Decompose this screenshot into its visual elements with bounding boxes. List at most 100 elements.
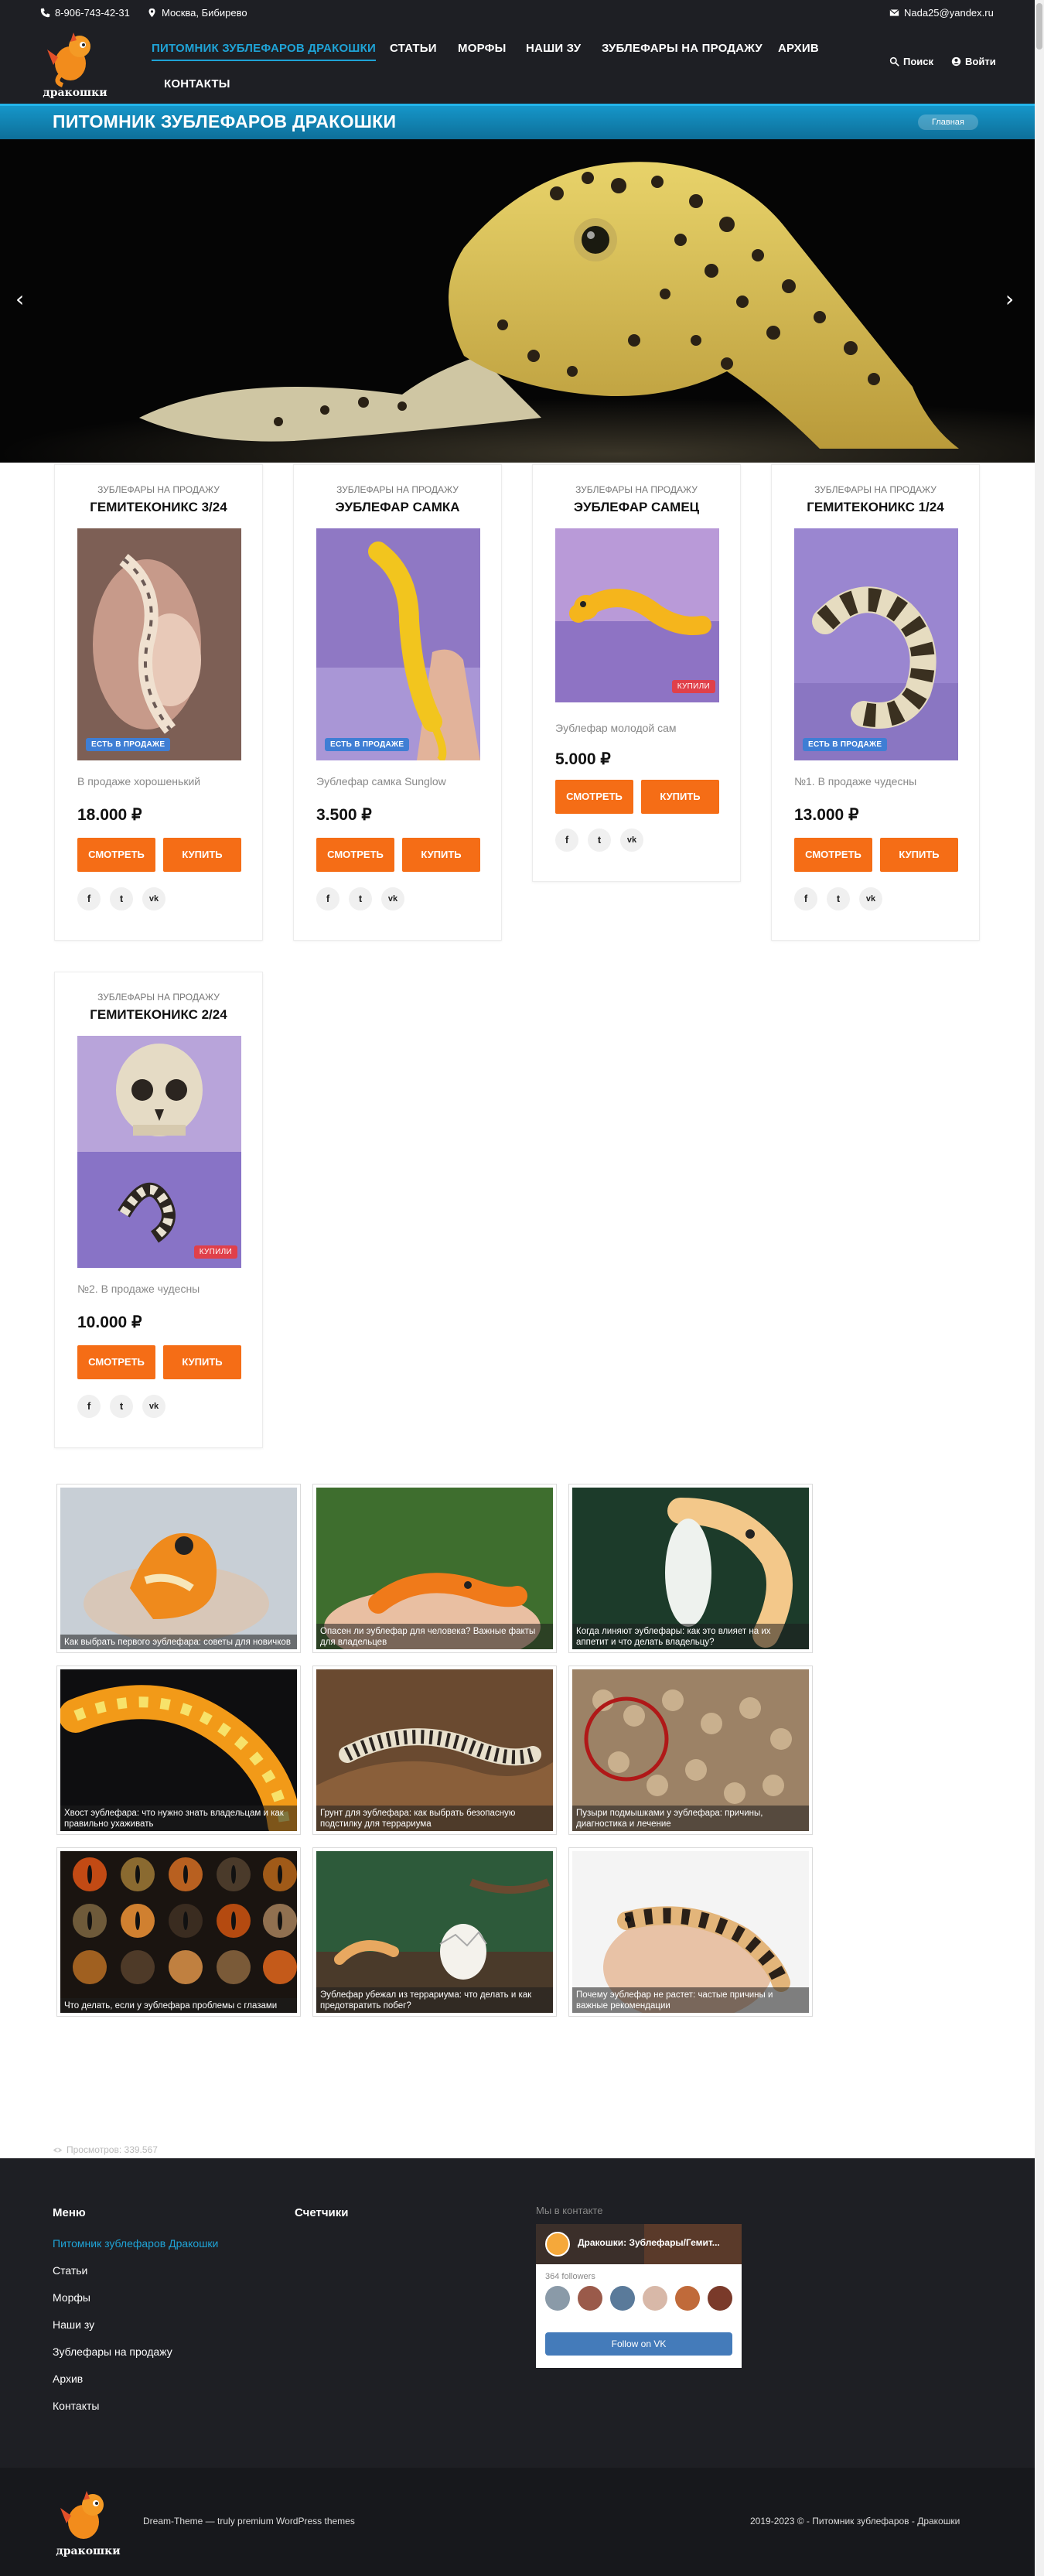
footer-link-morphs[interactable]: Морфы [53, 2291, 90, 2304]
nav-item-home[interactable]: ПИТОМНИК ЗУБЛЕФАРОВ ДРАКОШКИ [152, 42, 376, 61]
nav-item-our-geckos[interactable]: НАШИ ЗУ [526, 42, 581, 55]
product-image[interactable]: ЕСТЬ В ПРОДАЖЕ [77, 528, 241, 760]
facebook-share-icon[interactable]: f [77, 1395, 101, 1418]
product-category[interactable]: ЗУБЛЕФАРЫ НА ПРОДАЖУ [55, 484, 262, 495]
article-caption: Хвост эублефара: что нужно знать владель… [60, 1806, 297, 1831]
avatar[interactable] [610, 2286, 635, 2311]
product-image[interactable]: КУПИЛИ [77, 1036, 241, 1268]
facebook-share-icon[interactable]: f [794, 887, 817, 910]
site-logo[interactable]: дракошки [43, 26, 107, 101]
product-category[interactable]: ЗУБЛЕФАРЫ НА ПРОДАЖУ [55, 992, 262, 1003]
product-price: 18.000 ₽ [77, 806, 142, 824]
nav-item-morphs[interactable]: МОРФЫ [458, 42, 506, 55]
buy-button[interactable]: КУПИТЬ [163, 838, 241, 872]
twitter-share-icon[interactable]: t [110, 887, 133, 910]
views-counter: Просмотров: 339.567 [53, 2144, 158, 2155]
article-caption: Когда линяют эублефары: как это влияет н… [572, 1624, 809, 1649]
vk-share-icon[interactable]: vk [142, 887, 165, 910]
footer-logo[interactable]: дракошки [56, 2485, 121, 2559]
vk-share-icon[interactable]: vk [620, 828, 643, 852]
footer-link-articles[interactable]: Статьи [53, 2264, 87, 2277]
vk-share-icon[interactable]: vk [859, 887, 882, 910]
product-description: В продаже хорошенький [77, 775, 201, 787]
vk-share-icon[interactable]: vk [142, 1395, 165, 1418]
hero-slider[interactable]: ‹ › [0, 139, 1035, 463]
footer-link-archive[interactable]: Архив [53, 2373, 83, 2385]
vk-share-icon[interactable]: vk [381, 887, 404, 910]
view-button[interactable]: СМОТРЕТЬ [316, 838, 394, 872]
avatar[interactable] [578, 2286, 602, 2311]
product-category[interactable]: ЗУБЛЕФАРЫ НА ПРОДАЖУ [533, 484, 740, 495]
email-contact[interactable]: Nada25@yandex.ru [889, 7, 994, 19]
breadcrumb-home[interactable]: Главная [918, 114, 978, 130]
nav-item-archive[interactable]: АРХИВ [778, 42, 819, 55]
avatar[interactable] [675, 2286, 700, 2311]
product-category[interactable]: ЗУБЛЕФАРЫ НА ПРОДАЖУ [294, 484, 501, 495]
twitter-share-icon[interactable]: t [588, 828, 611, 852]
article-card[interactable]: Хвост эублефара: что нужно знать владель… [56, 1666, 301, 1835]
footer-link-contacts[interactable]: Контакты [53, 2400, 99, 2412]
avatar[interactable] [708, 2286, 732, 2311]
twitter-share-icon[interactable]: t [349, 887, 372, 910]
vk-widget-header[interactable]: Дракошки: Зублефары/Гемит... [536, 2224, 742, 2264]
article-card[interactable]: Грунт для эублефара: как выбрать безопас… [312, 1666, 557, 1835]
facebook-share-icon[interactable]: f [316, 887, 339, 910]
article-card[interactable]: Почему эублефар не растет: частые причин… [568, 1847, 813, 2017]
nav-item-contacts[interactable]: КОНТАКТЫ [164, 77, 230, 91]
avatar[interactable] [643, 2286, 667, 2311]
header: дракошки ПИТОМНИК ЗУБЛЕФАРОВ ДРАКОШКИ СТ… [0, 26, 1035, 104]
phone-contact[interactable]: 8-906-743-42-31 [40, 7, 130, 19]
article-card[interactable]: Что делать, если у эублефара проблемы с … [56, 1847, 301, 2017]
article-card[interactable]: Опасен ли эублефар для человека? Важные … [312, 1484, 557, 1653]
product-name[interactable]: ГЕМИТЕКОНИКС 1/24 [772, 500, 979, 515]
theme-credit[interactable]: Dream-Theme — truly premium WordPress th… [143, 2516, 355, 2526]
scrollbar-thumb[interactable] [1036, 3, 1042, 50]
footer-logo-text: дракошки [56, 2545, 120, 2557]
product-name[interactable]: ГЕМИТЕКОНИКС 2/24 [55, 1007, 262, 1023]
view-button[interactable]: СМОТРЕТЬ [77, 1345, 155, 1379]
twitter-share-icon[interactable]: t [827, 887, 850, 910]
login-button[interactable]: Войти [951, 56, 996, 67]
facebook-share-icon[interactable]: f [77, 887, 101, 910]
product-name[interactable]: ЭУБЛЕФАР САМЕЦ [533, 500, 740, 515]
product-name[interactable]: ЭУБЛЕФАР САМКА [294, 500, 501, 515]
gecko-photo [316, 528, 480, 760]
slider-prev-arrow[interactable]: ‹ [15, 286, 24, 312]
avatar[interactable] [545, 2286, 570, 2311]
nav-item-articles[interactable]: СТАТЬИ [390, 42, 437, 55]
gecko-photo [77, 528, 241, 760]
vk-follow-button[interactable]: Follow on VK [545, 2332, 732, 2356]
footer-menu-heading: Меню [53, 2206, 86, 2219]
vk-group-avatar [545, 2232, 570, 2257]
view-button[interactable]: СМОТРЕТЬ [77, 838, 155, 872]
twitter-share-icon[interactable]: t [110, 1395, 133, 1418]
phone-icon [40, 8, 50, 18]
product-card: ЗУБЛЕФАРЫ НА ПРОДАЖУ ЭУБЛЕФАР САМКА ЕСТЬ… [293, 464, 502, 941]
buy-button[interactable]: КУПИТЬ [641, 780, 719, 814]
buy-button[interactable]: КУПИТЬ [880, 838, 958, 872]
vk-group-name[interactable]: Дракошки: Зублефары/Гемит... [578, 2237, 720, 2248]
product-name[interactable]: ГЕМИТЕКОНИКС 3/24 [55, 500, 262, 515]
facebook-share-icon[interactable]: f [555, 828, 578, 852]
view-button[interactable]: СМОТРЕТЬ [555, 780, 633, 814]
product-image[interactable]: ЕСТЬ В ПРОДАЖЕ [316, 528, 480, 760]
footer-link-home[interactable]: Питомник зублефаров Дракошки [53, 2237, 218, 2250]
eye-icon [53, 2147, 63, 2152]
product-image[interactable]: КУПИЛИ [555, 528, 719, 702]
product-category[interactable]: ЗУБЛЕФАРЫ НА ПРОДАЖУ [772, 484, 979, 495]
product-image[interactable]: ЕСТЬ В ПРОДАЖЕ [794, 528, 958, 760]
slider-next-arrow[interactable]: › [1005, 286, 1014, 312]
footer-link-our-geckos[interactable]: Наши зу [53, 2318, 94, 2331]
buy-button[interactable]: КУПИТЬ [402, 838, 480, 872]
search-button[interactable]: Поиск [889, 56, 933, 67]
buy-button[interactable]: КУПИТЬ [163, 1345, 241, 1379]
view-button[interactable]: СМОТРЕТЬ [794, 838, 872, 872]
article-card[interactable]: Пузыри подмышками у эублефара: причины, … [568, 1666, 813, 1835]
footer-link-for-sale[interactable]: Зублефары на продажу [53, 2345, 172, 2358]
nav-item-for-sale[interactable]: ЗУБЛЕФАРЫ НА ПРОДАЖУ [602, 42, 763, 55]
article-card[interactable]: Как выбрать первого эублефара: советы дл… [56, 1484, 301, 1653]
page-scrollbar[interactable] [1035, 0, 1044, 2576]
article-card[interactable]: Эублефар убежал из террариума: что делат… [312, 1847, 557, 2017]
product-card: ЗУБЛЕФАРЫ НА ПРОДАЖУ ГЕМИТЕКОНИКС 3/24 Е… [54, 464, 263, 941]
article-card[interactable]: Когда линяют эублефары: как это влияет н… [568, 1484, 813, 1653]
